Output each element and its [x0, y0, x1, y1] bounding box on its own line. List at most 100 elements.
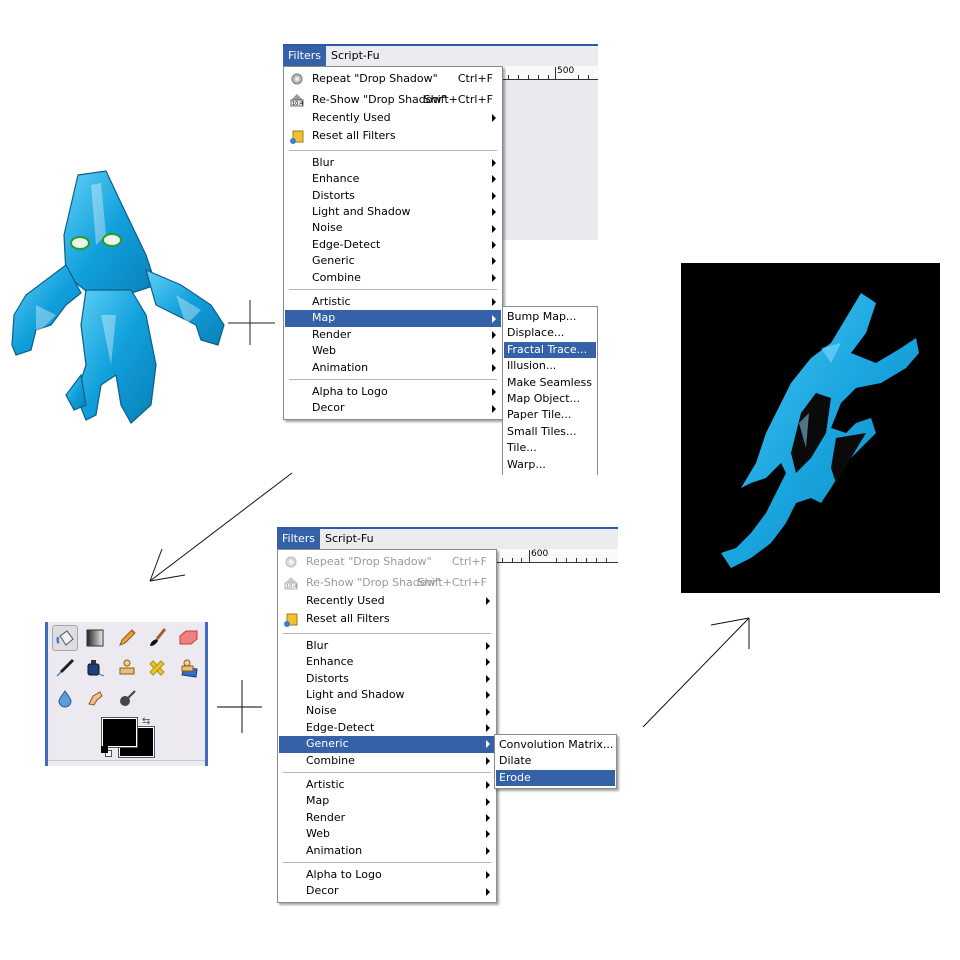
- ink-tool[interactable]: [82, 655, 108, 681]
- submenu-arrow-icon: [492, 257, 496, 266]
- blend-tool[interactable]: [82, 625, 108, 651]
- menu-item-re-show-drop-shadow[interactable]: 10:4 Re-Show "Drop Shadow" Shift+Ctrl+F: [279, 573, 495, 594]
- reset-icon: [289, 129, 305, 145]
- blur-sharpen-tool[interactable]: [52, 685, 78, 711]
- menu-item-render[interactable]: Render: [279, 810, 495, 826]
- menu-item-illusion[interactable]: Illusion...: [504, 358, 596, 374]
- menu-item-map[interactable]: Map: [279, 793, 495, 809]
- menubar-filters[interactable]: Filters: [277, 529, 320, 549]
- menu-item-convolution-matrix[interactable]: Convolution Matrix...: [496, 737, 615, 753]
- foreground-color-swatch[interactable]: [101, 717, 138, 748]
- menu-item-web[interactable]: Web: [279, 826, 495, 842]
- menu-item-animation[interactable]: Animation: [285, 360, 501, 376]
- submenu-arrow-icon: [492, 273, 496, 282]
- heal-tool[interactable]: [144, 655, 170, 681]
- menu-item-blur[interactable]: Blur: [285, 155, 501, 171]
- menu-item-edge-detect[interactable]: Edge-Detect: [285, 237, 501, 253]
- menu-item-repeat-drop-shadow[interactable]: Repeat "Drop Shadow" Ctrl+F: [279, 552, 495, 573]
- menubar-script-fu[interactable]: Script-Fu: [326, 46, 385, 66]
- menu-item-label: Repeat "Drop Shadow": [312, 72, 438, 85]
- menu-item-decor[interactable]: Decor: [279, 883, 495, 899]
- menu-item-alpha-to-logo[interactable]: Alpha to Logo: [279, 867, 495, 883]
- submenu-arrow-icon: [492, 224, 496, 233]
- pencil-tool[interactable]: [114, 625, 140, 651]
- submenu-arrow-icon: [492, 191, 496, 200]
- menu-item-shortcut: Ctrl+F: [457, 72, 493, 85]
- menu-item-tile[interactable]: Tile...: [504, 440, 596, 456]
- menu-item-noise[interactable]: Noise: [279, 703, 495, 719]
- menu-item-shortcut: Shift+Ctrl+F: [417, 575, 487, 589]
- menu-item-dilate[interactable]: Dilate: [496, 753, 615, 769]
- menu-item-re-show-drop-shadow[interactable]: 10:4 Re-Show "Drop Shadow" Shift+Ctrl+F: [285, 90, 501, 111]
- menu-item-render[interactable]: Render: [285, 327, 501, 343]
- menu-item-repeat-drop-shadow[interactable]: Repeat "Drop Shadow" Ctrl+F: [285, 69, 501, 90]
- menu-item-label: Render: [306, 810, 346, 824]
- menu-item-label: Web: [306, 827, 330, 841]
- eraser-tool[interactable]: [175, 625, 201, 651]
- menu-item-label: Paper Tile...: [507, 408, 572, 422]
- menu-item-noise[interactable]: Noise: [285, 220, 501, 236]
- menu-item-label: Reset all Filters: [306, 612, 390, 626]
- menu-item-artistic[interactable]: Artistic: [285, 294, 501, 310]
- paintbrush-icon: [150, 628, 167, 646]
- menu-item-distorts[interactable]: Distorts: [279, 671, 495, 687]
- menu-item-label: Decor: [312, 401, 345, 415]
- menu-item-combine[interactable]: Combine: [279, 753, 495, 769]
- paintbrush-tool[interactable]: [144, 625, 170, 651]
- menu-item-paper-tile[interactable]: Paper Tile...: [504, 407, 596, 423]
- menubar-filters[interactable]: Filters: [283, 46, 326, 66]
- smudge-icon: [88, 691, 103, 706]
- menubar-script-fu[interactable]: Script-Fu: [320, 529, 379, 549]
- dodge-burn-tool[interactable]: [114, 685, 140, 711]
- menu-item-warp[interactable]: Warp...: [504, 457, 596, 473]
- menu-item-enhance[interactable]: Enhance: [279, 654, 495, 670]
- menu-item-alpha-to-logo[interactable]: Alpha to Logo: [285, 384, 501, 400]
- menu-item-generic[interactable]: Generic: [285, 253, 501, 269]
- submenu-arrow-icon: [486, 674, 490, 683]
- menu-item-recently-used[interactable]: Recently Used: [279, 593, 495, 609]
- creature-right-eye: [102, 233, 122, 247]
- menu-item-label: Distorts: [306, 671, 349, 685]
- menu-item-bump-map[interactable]: Bump Map...: [504, 309, 596, 325]
- menu-item-label: Erode: [499, 770, 531, 784]
- submenu-arrow-icon: [486, 691, 490, 700]
- menu-item-web[interactable]: Web: [285, 343, 501, 359]
- clone-tool[interactable]: [114, 655, 140, 681]
- menu-item-light-and-shadow[interactable]: Light and Shadow: [279, 687, 495, 703]
- menu-item-reset-all-filters[interactable]: Reset all Filters: [285, 126, 501, 147]
- menu-separator: [283, 772, 491, 774]
- menu-item-fractal-trace[interactable]: Fractal Trace...: [504, 341, 596, 359]
- blue-creature-image: [11, 170, 225, 424]
- perspective-clone-tool[interactable]: [175, 655, 201, 681]
- menu-item-edge-detect[interactable]: Edge-Detect: [279, 720, 495, 736]
- menu-item-animation[interactable]: Animation: [279, 843, 495, 859]
- top-menubar: Filters Script-Fu: [283, 44, 598, 66]
- submenu-arrow-icon: [486, 658, 490, 667]
- swap-colors-icon[interactable]: ⇆: [142, 716, 150, 727]
- default-colors-icon[interactable]: [101, 746, 112, 757]
- menu-item-generic[interactable]: Generic: [279, 736, 495, 753]
- menu-item-recently-used[interactable]: Recently Used: [285, 110, 501, 126]
- menu-item-artistic[interactable]: Artistic: [279, 777, 495, 793]
- menu-item-label: Artistic: [312, 295, 351, 309]
- menu-item-erode[interactable]: Erode: [496, 769, 615, 787]
- menu-item-make-seamless[interactable]: Make Seamless: [504, 375, 596, 391]
- menu-item-small-tiles[interactable]: Small Tiles...: [504, 424, 596, 440]
- menu-item-label: Repeat "Drop Shadow": [306, 555, 432, 568]
- bucket-fill-tool[interactable]: [52, 625, 78, 651]
- menu-item-reset-all-filters[interactable]: Reset all Filters: [279, 609, 495, 630]
- menu-item-map-object[interactable]: Map Object...: [504, 391, 596, 407]
- menu-item-decor[interactable]: Decor: [285, 400, 501, 416]
- menu-item-enhance[interactable]: Enhance: [285, 171, 501, 187]
- menu-item-light-and-shadow[interactable]: Light and Shadow: [285, 204, 501, 220]
- menu-item-combine[interactable]: Combine: [285, 270, 501, 286]
- menu-item-displace[interactable]: Displace...: [504, 325, 596, 341]
- menu-separator: [289, 149, 497, 151]
- smudge-tool[interactable]: [82, 685, 108, 711]
- menu-item-label: Reset all Filters: [312, 129, 396, 143]
- menu-item-map[interactable]: Map: [285, 310, 501, 327]
- airbrush-tool[interactable]: [52, 655, 78, 681]
- submenu-arrow-icon: [492, 347, 496, 356]
- menu-item-blur[interactable]: Blur: [279, 638, 495, 654]
- menu-item-distorts[interactable]: Distorts: [285, 188, 501, 204]
